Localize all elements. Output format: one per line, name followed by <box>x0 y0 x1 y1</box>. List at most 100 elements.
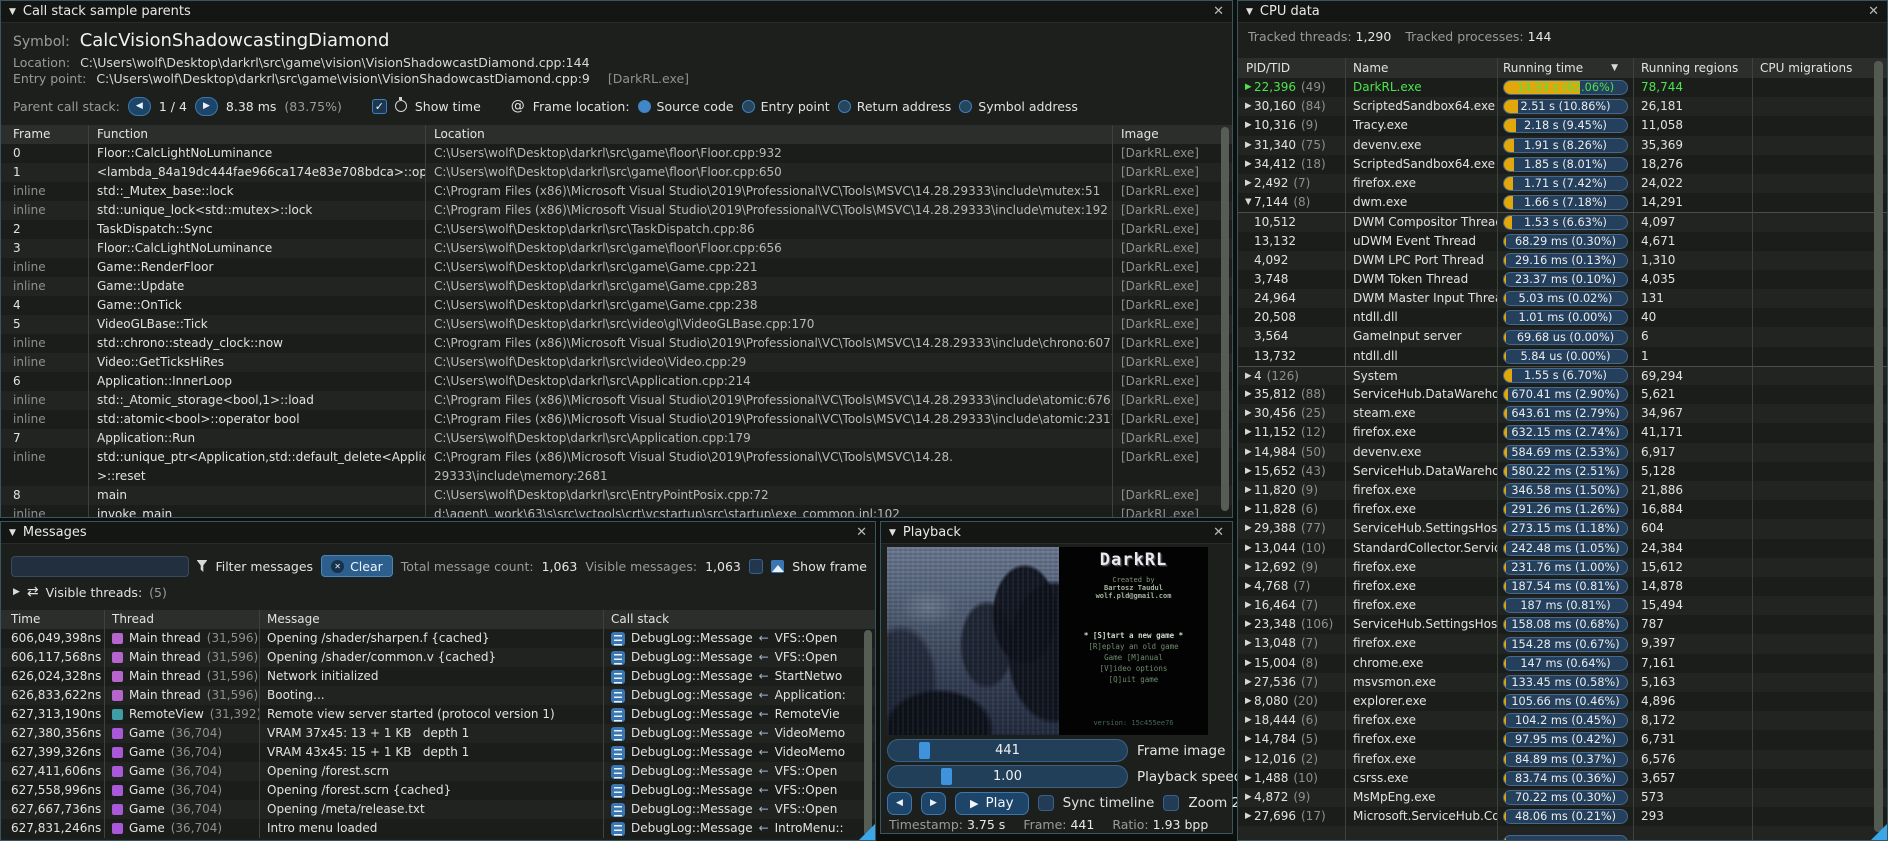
message-row[interactable]: 606,049,398ns Main thread (31,596) Openi… <box>1 629 875 648</box>
expand-icon[interactable]: ▶ <box>1238 730 1254 749</box>
radio-symbol-address[interactable] <box>959 100 972 113</box>
collapse-icon[interactable]: ▼ <box>9 7 16 17</box>
expand-icon[interactable]: ▶ <box>1238 423 1254 442</box>
cpu-process-row[interactable] <box>1238 826 1887 840</box>
radio-entry-point-label[interactable]: Entry point <box>761 99 830 114</box>
expand-icon[interactable]: ▶ <box>1238 539 1254 558</box>
cpu-process-row[interactable]: ▶ 11,820 (9) firefox.exe 346.58 ms (1.50… <box>1238 481 1887 500</box>
callstack-list-icon[interactable] <box>611 727 625 741</box>
callstack-list-icon[interactable] <box>611 708 625 722</box>
message-row[interactable]: 627,313,190ns RemoteView (31,392) Remote… <box>1 705 875 724</box>
expand-icon[interactable]: ▶ <box>1238 519 1254 538</box>
speed-slider[interactable]: 1.00 <box>887 765 1128 788</box>
cpu-process-row[interactable]: ▶ 4,768 (7) firefox.exe 187.54 ms (0.81%… <box>1238 577 1887 596</box>
collapse-icon[interactable]: ▼ <box>889 528 896 538</box>
cpu-process-row[interactable]: 13,132 uDWM Event Thread 68.29 ms (0.30%… <box>1238 232 1887 251</box>
callstack-frame-row[interactable]: inline std::_Atomic_storage<bool,1>::loa… <box>1 391 1232 410</box>
expand-icon[interactable]: ▶ <box>1238 807 1254 826</box>
close-icon[interactable]: ✕ <box>1213 4 1224 19</box>
cpu-process-row[interactable]: ▶ 4 (126) System 1.55 s (6.70%) 69,294 3… <box>1238 366 1887 385</box>
callstack-frame-row[interactable]: inline invoke_main d:\agent\_work\63\s\s… <box>1 505 1232 517</box>
message-callstack[interactable]: DebugLog::Message ← Application: <box>604 686 875 705</box>
zoom-2x-checkbox[interactable] <box>1163 795 1179 811</box>
expand-icon[interactable]: ▶ <box>1238 788 1254 807</box>
callstack-frame-row[interactable]: 0 Floor::CalcLightNoLuminance C:\Users\w… <box>1 144 1232 163</box>
cpu-process-row[interactable]: ▶ 13,048 (7) firefox.exe 154.28 ms (0.67… <box>1238 634 1887 653</box>
cpu-process-row[interactable]: 13,732 ntdll.dll 5.84 us (0.00%) 1 0 (0.… <box>1238 347 1887 366</box>
cpu-process-row[interactable]: 3,564 GameInput server 69.68 us (0.00%) … <box>1238 327 1887 346</box>
column-header-message[interactable]: Message <box>260 610 604 629</box>
message-callstack[interactable]: DebugLog::Message ← RemoteVie <box>604 705 875 724</box>
expand-icon[interactable]: ▶ <box>1238 615 1254 634</box>
column-header-migrations[interactable]: CPU migrations <box>1753 58 1887 78</box>
cpu-process-row[interactable]: ▶ 12,016 (2) firefox.exe 84.89 ms (0.37%… <box>1238 750 1887 769</box>
callstack-frame-row[interactable]: inline std::unique_ptr<Application,std::… <box>1 448 1232 486</box>
cpu-process-row[interactable]: 10,512 DWM Compositor Thread 1.53 s (6.6… <box>1238 212 1887 231</box>
callstack-scrollbar[interactable] <box>1221 127 1229 511</box>
filter-input[interactable] <box>11 556 189 577</box>
expand-icon[interactable]: ▶ <box>1238 596 1254 615</box>
callstack-frame-row[interactable]: inline std::atomic<bool>::operator bool … <box>1 410 1232 429</box>
expand-icon[interactable]: ▶ <box>1238 654 1254 673</box>
callstack-list-icon[interactable] <box>611 822 625 836</box>
radio-source-code-label[interactable]: Source code <box>657 99 734 114</box>
callstack-frame-row[interactable]: 3 Floor::CalcLightNoLuminance C:\Users\w… <box>1 239 1232 258</box>
cpu-process-row[interactable]: ▶ 14,984 (50) devenv.exe 584.69 ms (2.53… <box>1238 443 1887 462</box>
cpu-scrollbar[interactable] <box>1874 61 1883 832</box>
callstack-list-icon[interactable] <box>611 651 625 665</box>
cpu-process-row[interactable]: ▶ 1,488 (10) csrss.exe 83.74 ms (0.36%) … <box>1238 769 1887 788</box>
step-back-button[interactable]: ◀ <box>887 792 912 815</box>
close-icon[interactable]: ✕ <box>856 525 867 540</box>
radio-symbol-address-label[interactable]: Symbol address <box>978 99 1078 114</box>
expand-icon[interactable]: ▶ <box>1238 97 1254 116</box>
expand-icon[interactable]: ▶ <box>1238 769 1254 788</box>
callstack-list-icon[interactable] <box>611 670 625 684</box>
expand-icon[interactable]: ▶ <box>1238 174 1254 193</box>
message-callstack[interactable]: DebugLog::Message ← IntroMenu:: <box>604 819 875 838</box>
close-icon[interactable]: ✕ <box>1868 4 1879 19</box>
callstack-frame-row[interactable]: inline std::chrono::steady_clock::now C:… <box>1 334 1232 353</box>
cpu-process-row[interactable]: ▼ 7,144 (8) dwm.exe 1.66 s (7.18%) 14,29… <box>1238 193 1887 212</box>
cpu-process-row[interactable]: ▶ 12,692 (9) firefox.exe 231.76 ms (1.00… <box>1238 558 1887 577</box>
radio-entry-point[interactable] <box>742 100 755 113</box>
radio-return-address-label[interactable]: Return address <box>857 99 952 114</box>
expand-icon[interactable]: ▶ <box>1238 577 1254 596</box>
message-row[interactable]: 626,833,622ns Main thread (31,596) Booti… <box>1 686 875 705</box>
cpu-process-row[interactable]: ▶ 30,456 (25) steam.exe 643.61 ms (2.79%… <box>1238 404 1887 423</box>
callstack-list-icon[interactable] <box>611 689 625 703</box>
expand-icon[interactable]: ▶ <box>1238 385 1254 404</box>
message-callstack[interactable]: DebugLog::Message ← VFS::Open <box>604 648 875 667</box>
column-header-frame[interactable]: Frame <box>1 125 89 144</box>
cpu-process-row[interactable]: ▶ 27,696 (17) Microsoft.ServiceHub.Co 48… <box>1238 807 1887 826</box>
cpu-process-row[interactable]: 24,964 DWM Master Input Threa 5.03 ms (0… <box>1238 289 1887 308</box>
collapse-icon[interactable]: ▼ <box>1246 7 1253 17</box>
column-header-location[interactable]: Location <box>426 125 1113 144</box>
message-row[interactable]: 627,558,996ns Game (36,704) Opening /for… <box>1 781 875 800</box>
column-header-regions[interactable]: Running regions <box>1634 58 1753 78</box>
expand-icon[interactable]: ▶ <box>13 587 20 597</box>
column-header-time[interactable]: Time <box>1 610 105 629</box>
message-callstack[interactable]: DebugLog::Message ← VFS::Open <box>604 629 875 648</box>
show-time-checkbox[interactable]: ✓ <box>372 99 387 114</box>
callstack-frame-row[interactable]: inline Video::GetTicksHiRes C:\Users\wol… <box>1 353 1232 372</box>
cpu-process-row[interactable]: ▶ 4,872 (9) MsMpEng.exe 70.22 ms (0.30%)… <box>1238 788 1887 807</box>
expand-icon[interactable] <box>1238 347 1254 366</box>
cpu-process-row[interactable]: ▶ 34,412 (18) ScriptedSandbox64.exe 1.85… <box>1238 155 1887 174</box>
expand-icon[interactable]: ▶ <box>1238 136 1254 155</box>
message-callstack[interactable]: DebugLog::Message ← VideoMemo <box>604 724 875 743</box>
callstack-frame-row[interactable]: inline std::unique_lock<std::mutex>::loc… <box>1 201 1232 220</box>
cpu-process-row[interactable]: 20,508 ntdll.dll 1.01 ms (0.00%) 40 25 (… <box>1238 308 1887 327</box>
expand-icon[interactable]: ▶ <box>1238 500 1254 519</box>
column-header-pid[interactable]: PID/TID <box>1238 58 1346 78</box>
expand-icon[interactable]: ▶ <box>1238 692 1254 711</box>
expand-icon[interactable]: ▶ <box>1238 750 1254 769</box>
expand-icon[interactable]: ▶ <box>1238 404 1254 423</box>
cpu-process-row[interactable]: ▶ 10,316 (9) Tracy.exe 2.18 s (9.45%) 11… <box>1238 116 1887 135</box>
expand-icon[interactable]: ▼ <box>1238 193 1254 212</box>
cpu-process-row[interactable]: ▶ 15,652 (43) ServiceHub.DataWarehou 580… <box>1238 462 1887 481</box>
cpu-process-row[interactable]: ▶ 27,536 (7) msvsmon.exe 133.45 ms (0.58… <box>1238 673 1887 692</box>
cpu-process-row[interactable]: ▶ 29,388 (77) ServiceHub.SettingsHost 27… <box>1238 519 1887 538</box>
cpu-process-row[interactable]: ▶ 35,812 (88) ServiceHub.DataWarehou 670… <box>1238 385 1887 404</box>
clear-button[interactable]: ✕ Clear <box>321 555 393 577</box>
expand-icon[interactable] <box>1238 270 1254 289</box>
